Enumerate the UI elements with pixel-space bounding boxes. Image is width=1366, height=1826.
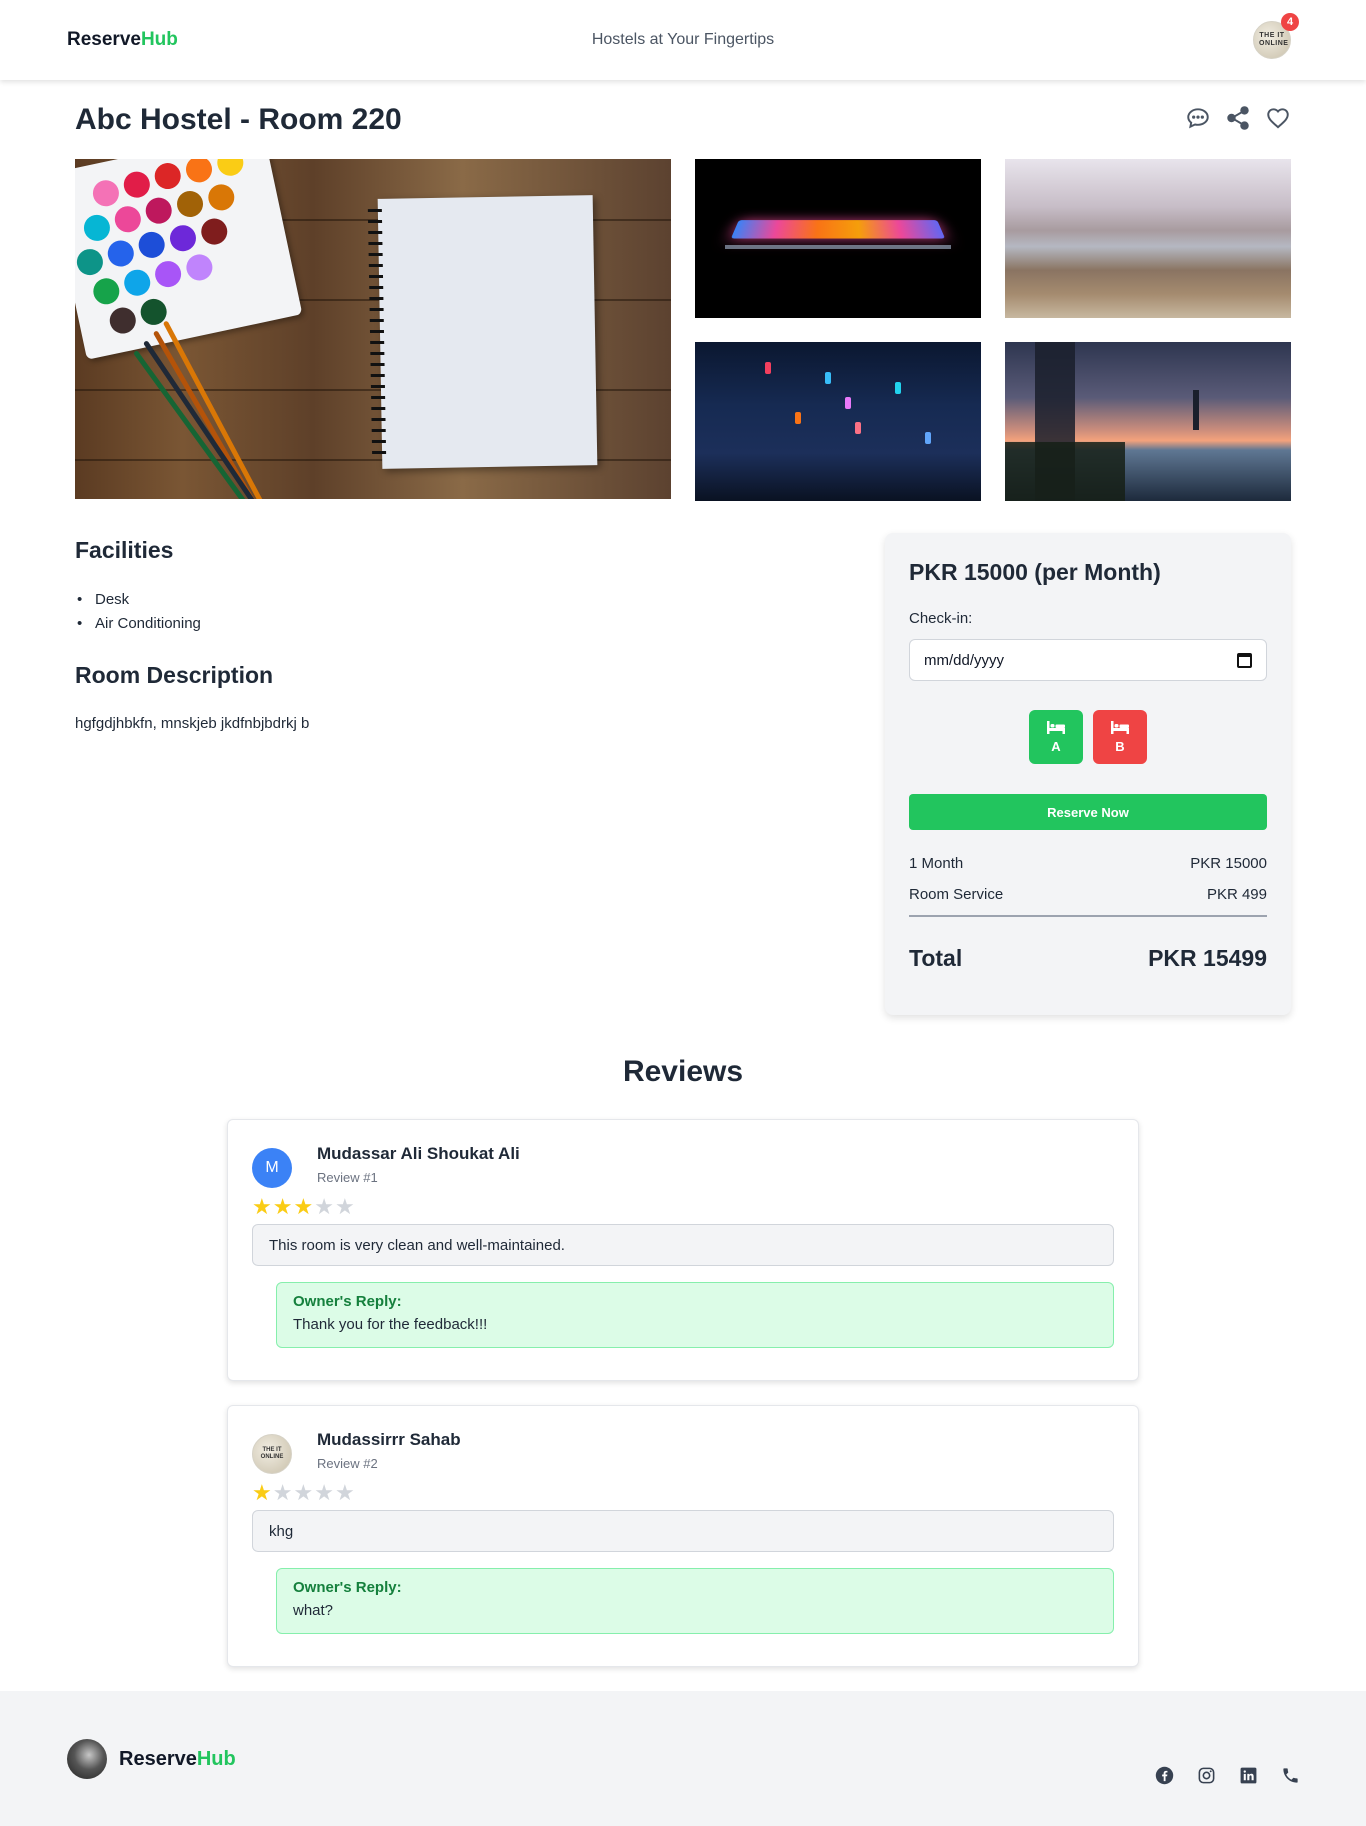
- reviews-title: Reviews: [622, 1055, 744, 1088]
- star-filled-icon: ★: [252, 1480, 273, 1505]
- title-row: Abc Hostel - Room 220: [0, 103, 1366, 137]
- star-filled-icon: ★: [272, 1194, 294, 1219]
- star-rating: ★★★★★: [252, 1194, 1114, 1220]
- star-empty-icon: ★: [334, 1480, 356, 1505]
- owner-reply-text: Thank you for the feedback!!!: [293, 1316, 488, 1333]
- checkin-label: Check-in:: [909, 610, 973, 627]
- gallery-photo-street[interactable]: [695, 342, 981, 501]
- price-line: 1 Month PKR 15000: [909, 855, 1267, 872]
- page-title: Abc Hostel - Room 220: [75, 103, 402, 136]
- description-heading: Room Description: [75, 662, 274, 688]
- bed-label: B: [1115, 738, 1125, 754]
- owner-reply-label: Owner's Reply:: [293, 1579, 402, 1596]
- photo-gallery: [75, 159, 1291, 501]
- avatar-text: THE IT ONLINE: [260, 1447, 284, 1460]
- price-title: PKR 15000 (per Month): [909, 559, 1161, 585]
- description-text: hgfgdjhbkfn, mnskjeb jkdfnbjbdrkj b: [75, 715, 310, 732]
- price-line-label: Room Service: [909, 886, 1004, 903]
- avatar: THE IT ONLINE: [252, 1434, 292, 1474]
- review-number: Review #1: [317, 1170, 378, 1185]
- booking-card: PKR 15000 (per Month) Check-in: mm/dd/yy…: [885, 533, 1291, 1015]
- star-filled-icon: ★: [293, 1194, 315, 1219]
- review-card: THE IT ONLINE Mudassirrr Sahab Review #2…: [227, 1405, 1139, 1667]
- brand-main-text: Reserve: [119, 1747, 197, 1770]
- facility-item: Air Conditioning: [75, 612, 835, 636]
- main-content: Facilities Desk Air Conditioning Room De…: [0, 533, 1366, 1015]
- owner-reply: Owner's Reply: Thank you for the feedbac…: [276, 1282, 1114, 1348]
- star-empty-icon: ★: [314, 1480, 335, 1505]
- bed-b-button[interactable]: B: [1093, 710, 1147, 764]
- brand-logo[interactable]: ReserveHub: [67, 29, 178, 51]
- review-comment: khg: [252, 1510, 1114, 1552]
- owner-reply-label: Owner's Reply:: [293, 1293, 402, 1310]
- checkin-date-input[interactable]: mm/dd/yyyy: [909, 639, 1267, 681]
- facilities-list: Desk Air Conditioning: [75, 588, 835, 636]
- phone-icon[interactable]: [1280, 1765, 1300, 1785]
- total-value: PKR 15499: [1148, 945, 1267, 971]
- footer-brand[interactable]: ReserveHub: [67, 1739, 236, 1779]
- review-header: THE IT ONLINE Mudassirrr Sahab Review #2: [252, 1430, 1114, 1474]
- user-avatar-button[interactable]: THE IT ONLINE 4: [1253, 13, 1299, 59]
- total-label: Total: [909, 945, 963, 971]
- review-header: M Mudassar Ali Shoukat Ali Review #1: [252, 1144, 1114, 1188]
- review-comment: This room is very clean and well-maintai…: [252, 1224, 1114, 1266]
- star-empty-icon: ★: [272, 1480, 294, 1505]
- reviewer-name: Mudassirrr Sahab: [317, 1430, 461, 1449]
- brand-main-text: Reserve: [67, 29, 141, 50]
- star-empty-icon: ★: [293, 1480, 315, 1505]
- bed-icon: [1047, 720, 1065, 734]
- room-details: Facilities Desk Air Conditioning Room De…: [75, 533, 835, 1015]
- social-links: [1154, 1765, 1300, 1785]
- calendar-icon[interactable]: [1237, 652, 1252, 668]
- notification-badge: 4: [1281, 13, 1299, 31]
- price-line-value: PKR 499: [1206, 886, 1267, 903]
- star-rating: ★★★★★: [252, 1480, 1114, 1506]
- facebook-icon[interactable]: [1154, 1765, 1174, 1785]
- heart-icon[interactable]: [1265, 105, 1291, 136]
- top-navbar: ReserveHub Hostels at Your Fingertips TH…: [0, 0, 1366, 80]
- footer: ReserveHub: [0, 1691, 1366, 1826]
- price-line-label: 1 Month: [909, 855, 964, 872]
- avatar-text: THE IT ONLINE: [1259, 32, 1289, 47]
- gallery-main-photo[interactable]: [75, 159, 671, 499]
- brand-accent-text: Hub: [140, 29, 178, 50]
- title-actions: [1185, 105, 1291, 136]
- date-placeholder: mm/dd/yyyy: [924, 651, 1005, 669]
- footer-brand-text: ReserveHub: [119, 1748, 236, 1771]
- owner-reply: Owner's Reply: what?: [276, 1568, 1114, 1634]
- bed-label: A: [1051, 738, 1061, 754]
- avatar: M: [252, 1148, 292, 1188]
- reserve-now-button[interactable]: Reserve Now: [909, 794, 1267, 830]
- reviewer-name: Mudassar Ali Shoukat Ali: [317, 1144, 520, 1163]
- bed-selector: A B: [909, 710, 1267, 764]
- bed-a-button[interactable]: A: [1029, 710, 1083, 764]
- price-line-value: PKR 15000: [1190, 855, 1267, 872]
- linkedin-icon[interactable]: [1238, 1765, 1258, 1785]
- star-empty-icon: ★: [314, 1194, 335, 1219]
- bed-icon: [1111, 720, 1129, 734]
- gallery-photo-cliff[interactable]: [1005, 159, 1291, 318]
- instagram-icon[interactable]: [1196, 1765, 1216, 1785]
- price-line: Room Service PKR 499: [909, 886, 1267, 917]
- review-number: Review #2: [317, 1456, 378, 1471]
- total-row: Total PKR 15499: [909, 945, 1267, 972]
- gallery-photo-bridge[interactable]: [1005, 342, 1291, 501]
- brand-accent-text: Hub: [196, 1747, 236, 1770]
- share-icon[interactable]: [1225, 105, 1251, 136]
- star-filled-icon: ★: [252, 1194, 273, 1219]
- chat-icon[interactable]: [1185, 105, 1211, 136]
- star-empty-icon: ★: [334, 1194, 356, 1219]
- facilities-heading: Facilities: [75, 537, 174, 563]
- owner-reply-text: what?: [293, 1602, 334, 1619]
- tagline: Hostels at Your Fingertips: [591, 31, 775, 48]
- review-card: M Mudassar Ali Shoukat Ali Review #1 ★★★…: [227, 1119, 1139, 1381]
- footer-logo: [67, 1739, 107, 1779]
- gallery-photo-laptop[interactable]: [695, 159, 981, 318]
- facility-item: Desk: [75, 588, 835, 612]
